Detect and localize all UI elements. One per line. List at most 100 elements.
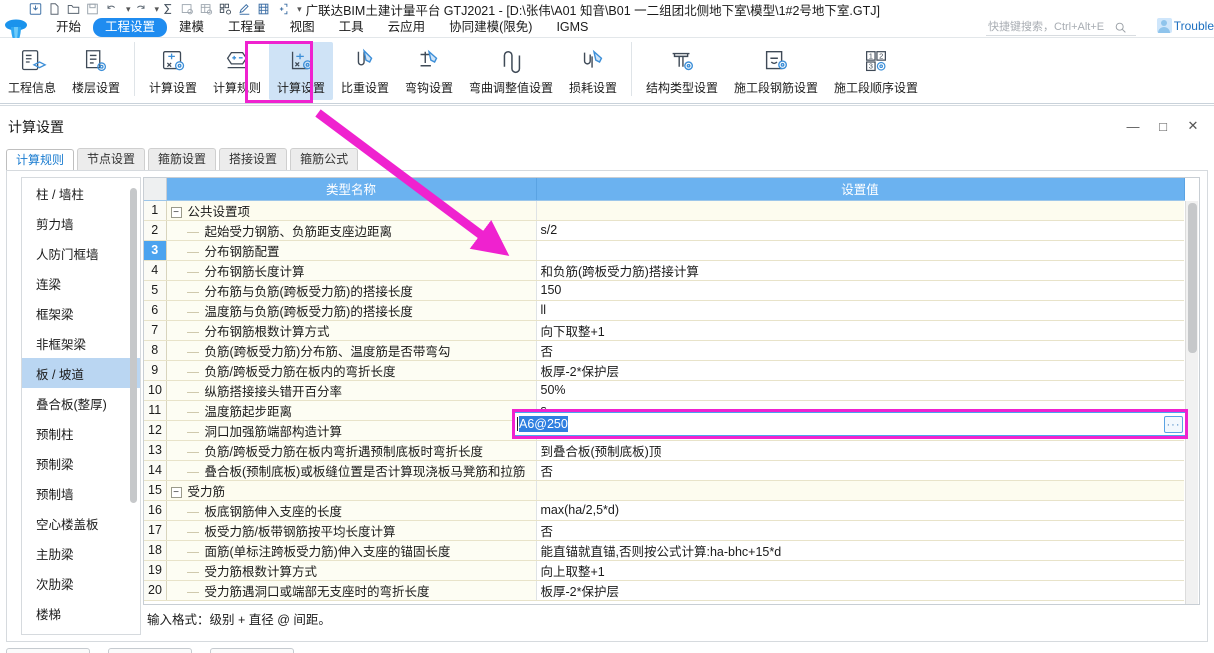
edit-icon[interactable] bbox=[237, 2, 254, 17]
undo-icon[interactable] bbox=[104, 2, 121, 17]
table-row[interactable]: 16 板底钢筋伸入支座的长度 max(ha/2,5*d) bbox=[144, 500, 1184, 521]
ribbon-tab-igms[interactable]: IGMS bbox=[544, 18, 600, 37]
table-row[interactable]: 17 板受力筋/板带钢筋按平均长度计算 否 bbox=[144, 520, 1184, 541]
category-item-precast-beam[interactable]: 预制梁 bbox=[22, 448, 140, 478]
table-row[interactable]: 7 分布钢筋根数计算方式 向下取整+1 bbox=[144, 320, 1184, 341]
category-item-slab-ramp[interactable]: 板 / 坡道 bbox=[22, 358, 140, 388]
collapse-expander-icon[interactable]: − bbox=[170, 206, 182, 218]
column-header-type-name[interactable]: 类型名称 bbox=[166, 178, 537, 201]
category-item-column[interactable]: 柱 / 墙柱 bbox=[22, 178, 140, 208]
category-item-precast-column[interactable]: 预制柱 bbox=[22, 418, 140, 448]
preview-icon[interactable] bbox=[180, 2, 197, 17]
search-box[interactable] bbox=[986, 19, 1136, 36]
row-value[interactable]: 板厚-2*保护层 bbox=[535, 360, 1184, 381]
compare-icon[interactable] bbox=[256, 2, 273, 17]
category-item-composite-slab[interactable]: 叠合板(整厚) bbox=[22, 388, 140, 418]
row-name[interactable]: − 受力筋 bbox=[166, 480, 536, 501]
ribbon-tab-modeling[interactable]: 建模 bbox=[167, 18, 216, 37]
row-value[interactable]: 向下取整+1 bbox=[535, 320, 1184, 341]
search-icon[interactable] bbox=[1114, 21, 1127, 34]
ribbon-tab-view[interactable]: 视图 bbox=[278, 18, 327, 37]
row-name[interactable]: 叠合板(预制底板)或板缝位置是否计算现浇板马凳筋和拉筋 bbox=[166, 460, 536, 481]
row-name[interactable]: 面筋(单标注跨板受力筋)伸入支座的锚固长度 bbox=[166, 540, 536, 561]
ribbon-tab-quantity[interactable]: 工程量 bbox=[216, 18, 278, 37]
row-value[interactable] bbox=[535, 480, 1184, 501]
category-item-precast-wall[interactable]: 预制墙 bbox=[22, 478, 140, 508]
table-row[interactable]: 15 − 受力筋 bbox=[144, 480, 1184, 501]
tab-node-settings[interactable]: 节点设置 bbox=[77, 148, 146, 170]
row-name[interactable]: − 公共设置项 bbox=[166, 200, 536, 221]
row-value[interactable]: ll bbox=[535, 300, 1184, 321]
account-label[interactable]: Trouble bbox=[1174, 19, 1214, 33]
row-name[interactable]: 纵筋搭接接头错开百分率 bbox=[166, 380, 536, 401]
table-row[interactable]: 13 负筋/跨板受力筋在板内弯折遇预制底板时弯折长度 到叠合板(预制底板)顶 bbox=[144, 440, 1184, 461]
new-file-icon[interactable] bbox=[47, 2, 64, 17]
dialog-button-1[interactable] bbox=[6, 648, 90, 653]
ribbon-tab-cloud[interactable]: 云应用 bbox=[376, 18, 438, 37]
user-avatar-icon[interactable] bbox=[1156, 18, 1172, 33]
table-row[interactable]: 20 受力筋遇洞口或端部无支座时的弯折长度 板厚-2*保护层 bbox=[144, 580, 1184, 601]
row-value[interactable]: max(ha/2,5*d) bbox=[535, 500, 1184, 521]
category-item-sub-rib-beam[interactable]: 次肋梁 bbox=[22, 568, 140, 598]
collapse-expander-icon[interactable]: − bbox=[170, 486, 182, 498]
scrollbar-thumb[interactable] bbox=[1188, 203, 1197, 353]
row-name[interactable]: 受力筋根数计算方式 bbox=[166, 560, 536, 581]
table-row[interactable]: 8 负筋(跨板受力筋)分布筋、温度筋是否带弯勾 否 bbox=[144, 340, 1184, 361]
ribbon-button-structure-type[interactable]: 结构类型设置 bbox=[638, 42, 726, 100]
table-row[interactable]: 2 起始受力钢筋、负筋距支座边距离 s/2 bbox=[144, 220, 1184, 241]
search-input[interactable] bbox=[986, 20, 1114, 34]
qat-more-caret[interactable]: ▾ bbox=[297, 4, 302, 15]
category-scrollbar[interactable] bbox=[130, 180, 137, 570]
maximize-icon[interactable]: □ bbox=[1148, 114, 1178, 138]
ribbon-button-weight-settings[interactable]: 比重设置 bbox=[333, 42, 397, 100]
layout-icon[interactable] bbox=[218, 2, 235, 17]
row-value-editing[interactable] bbox=[535, 240, 1184, 261]
category-item-frame-beam[interactable]: 框架梁 bbox=[22, 298, 140, 328]
table-row[interactable]: 9 负筋/跨板受力筋在板内的弯折长度 板厚-2*保护层 bbox=[144, 360, 1184, 381]
table-vertical-scrollbar[interactable] bbox=[1185, 201, 1198, 604]
ribbon-button-section-order[interactable]: 1 2 3 施工段顺序设置 bbox=[826, 42, 926, 100]
minimize-icon[interactable]: — bbox=[1118, 114, 1148, 138]
value-edit-input[interactable]: A6@250 ··· bbox=[512, 412, 1188, 436]
row-value[interactable]: 否 bbox=[535, 460, 1184, 481]
row-name[interactable]: 温度筋与负筋(跨板受力筋)的搭接长度 bbox=[166, 300, 536, 321]
category-item-coupling-beam[interactable]: 连梁 bbox=[22, 268, 140, 298]
row-name[interactable]: 温度筋起步距离 bbox=[166, 400, 536, 421]
row-value[interactable]: 能直锚就直锚,否则按公式计算:ha-bhc+15*d bbox=[535, 540, 1184, 561]
category-item-shearwall[interactable]: 剪力墙 bbox=[22, 208, 140, 238]
row-name[interactable]: 分布筋与负筋(跨板受力筋)的搭接长度 bbox=[166, 280, 536, 301]
table-icon[interactable] bbox=[199, 2, 216, 17]
row-name[interactable]: 起始受力钢筋、负筋距支座边距离 bbox=[166, 220, 536, 241]
row-name[interactable]: 板底钢筋伸入支座的长度 bbox=[166, 500, 536, 521]
tab-stirrup-settings[interactable]: 箍筋设置 bbox=[148, 148, 217, 170]
ribbon-button-project-info[interactable]: 工程信息 bbox=[0, 42, 64, 100]
tab-stirrup-formula[interactable]: 箍筋公式 bbox=[290, 148, 359, 170]
row-name[interactable]: 负筋/跨板受力筋在板内的弯折长度 bbox=[166, 360, 536, 381]
row-value[interactable]: 和负筋(跨板受力筋)搭接计算 bbox=[535, 260, 1184, 281]
table-row[interactable]: 5 分布筋与负筋(跨板受力筋)的搭接长度 150 bbox=[144, 280, 1184, 301]
save-icon[interactable] bbox=[28, 2, 45, 17]
account-area[interactable]: Trouble bbox=[1156, 18, 1214, 33]
row-value[interactable]: 150 bbox=[535, 280, 1184, 301]
open-folder-icon[interactable] bbox=[66, 2, 83, 17]
scrollbar-thumb[interactable] bbox=[130, 188, 137, 503]
row-name[interactable]: 板受力筋/板带钢筋按平均长度计算 bbox=[166, 520, 536, 541]
sum-icon[interactable] bbox=[161, 2, 178, 17]
row-name[interactable]: 负筋/跨板受力筋在板内弯折遇预制底板时弯折长度 bbox=[166, 440, 536, 461]
ribbon-button-loss-settings[interactable]: 损耗设置 bbox=[561, 42, 625, 100]
row-value[interactable]: s/2 bbox=[535, 220, 1184, 241]
add-icon[interactable] bbox=[275, 2, 292, 17]
row-value[interactable] bbox=[535, 200, 1184, 221]
table-row[interactable]: 4 分布钢筋长度计算 和负筋(跨板受力筋)搭接计算 bbox=[144, 260, 1184, 281]
table-row[interactable]: 10 纵筋搭接接头错开百分率 50% bbox=[144, 380, 1184, 401]
category-item-hollow-floor[interactable]: 空心楼盖板 bbox=[22, 508, 140, 538]
row-name[interactable]: 受力筋遇洞口或端部无支座时的弯折长度 bbox=[166, 580, 536, 601]
ribbon-tab-project-settings[interactable]: 工程设置 bbox=[93, 18, 168, 37]
ribbon-button-calc-settings-active[interactable]: 计算设置 bbox=[269, 42, 333, 100]
ribbon-button-section-rebar[interactable]: 施工段钢筋设置 bbox=[726, 42, 826, 100]
table-row[interactable]: 14 叠合板(预制底板)或板缝位置是否计算现浇板马凳筋和拉筋 否 bbox=[144, 460, 1184, 481]
table-row[interactable]: 6 温度筋与负筋(跨板受力筋)的搭接长度 ll bbox=[144, 300, 1184, 321]
table-row[interactable]: 1 − 公共设置项 bbox=[144, 200, 1184, 221]
ribbon-button-hook-settings[interactable]: 弯钩设置 bbox=[397, 42, 461, 100]
category-item-stair[interactable]: 楼梯 bbox=[22, 598, 140, 628]
